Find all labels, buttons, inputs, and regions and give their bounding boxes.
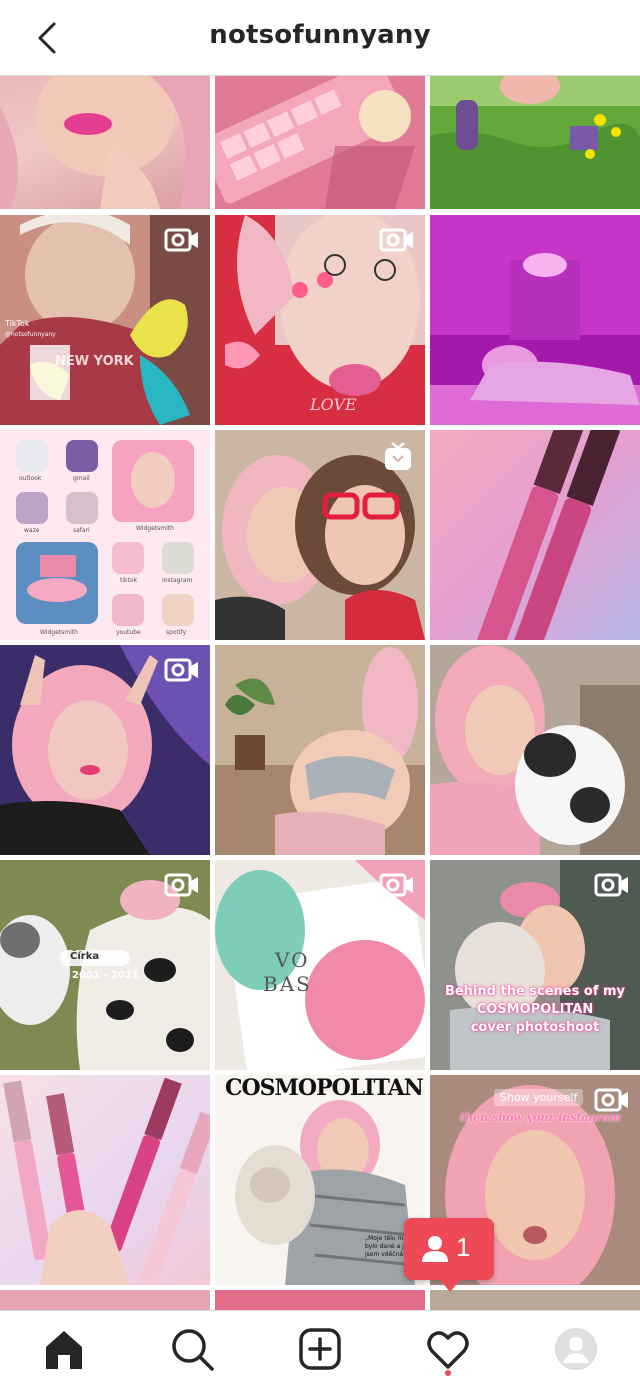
post-image — [215, 76, 425, 209]
app-label: tiktok — [120, 577, 137, 584]
post-tile[interactable] — [430, 1290, 640, 1310]
reels-icon — [164, 658, 198, 682]
posts-grid: NEW YORK TikTok @notsofunnyany LOVE outl… — [0, 76, 640, 1310]
top-bar: notsofunnyany — [0, 0, 640, 76]
app-label: safari — [73, 527, 90, 534]
app-label: waze — [24, 527, 40, 534]
app-label: gmail — [73, 475, 90, 482]
app-label: youtube — [116, 629, 141, 636]
reels-icon — [379, 228, 413, 252]
post-image — [430, 645, 640, 855]
reels-icon — [594, 873, 628, 897]
memorial-name: Čírka — [70, 951, 100, 962]
post-tile[interactable]: Čírka 2001 - 2021 — [0, 860, 210, 1070]
post-image — [215, 645, 425, 855]
reels-icon — [379, 873, 413, 897]
person-icon — [422, 1236, 448, 1262]
memorial-years: 2001 - 2021 — [72, 970, 139, 981]
app-label: Widgetsmith — [136, 525, 174, 532]
app-label: spotify — [166, 629, 187, 636]
app-label: outlook — [19, 475, 42, 482]
search-icon[interactable] — [170, 1327, 214, 1371]
post-tile[interactable] — [430, 76, 640, 209]
post-tile[interactable] — [430, 430, 640, 640]
home-icon[interactable] — [42, 1327, 86, 1371]
heart-activity-icon[interactable] — [426, 1327, 470, 1371]
caption-line: cover photoshoot — [470, 1020, 600, 1035]
post-tile[interactable] — [0, 1075, 210, 1285]
tiktok-handle: @notsofunnyany — [5, 331, 56, 338]
activity-notification-dot — [445, 1370, 451, 1376]
post-tile[interactable]: COSMOPOLITAN „Moje tělo mi bylo dané a j… — [215, 1075, 425, 1285]
post-tile[interactable]: VO BAS — [215, 860, 425, 1070]
reels-icon — [594, 1088, 628, 1112]
post-tile[interactable]: NEW YORK TikTok @notsofunnyany — [0, 215, 210, 425]
tiktok-watermark: TikTok — [5, 319, 30, 328]
post-tile[interactable] — [215, 1290, 425, 1310]
reels-icon — [164, 873, 198, 897]
post-image — [430, 430, 640, 640]
magazine-masthead: COSMOPOLITAN — [225, 1075, 424, 1101]
follower-notification-bubble[interactable]: 1 — [404, 1218, 494, 1292]
post-image — [0, 1075, 210, 1285]
post-tile[interactable] — [0, 1290, 210, 1310]
post-image — [0, 76, 210, 209]
post-tile[interactable] — [215, 430, 425, 640]
post-tile[interactable] — [0, 645, 210, 855]
post-image — [430, 76, 640, 209]
caption-line: Behind the scenes of my — [444, 984, 626, 999]
app-label: Widgetsmith — [40, 629, 78, 636]
post-tile[interactable]: outlook gmail Widgetsmith waze safari Wi… — [0, 430, 210, 640]
profile-username: notsofunnyany — [209, 20, 431, 50]
post-tile[interactable] — [0, 76, 210, 209]
magazine-text: VO — [275, 948, 310, 972]
post-tile[interactable] — [215, 645, 425, 855]
notification-count: 1 — [456, 1232, 471, 1262]
svg-text:LOVE: LOVE — [309, 395, 357, 414]
post-tile[interactable]: Behind the scenes of my COSMOPOLITAN cov… — [430, 860, 640, 1070]
post-tile[interactable] — [215, 76, 425, 209]
post-image — [430, 215, 640, 425]
caption-line: COSMOPOLITAN — [476, 1002, 594, 1017]
post-tile[interactable] — [430, 215, 640, 425]
profile-avatar-icon[interactable] — [554, 1327, 598, 1371]
post-tile[interactable] — [430, 645, 640, 855]
bottom-navigation — [0, 1310, 640, 1386]
post-image — [0, 430, 210, 640]
create-post-icon[interactable] — [298, 1327, 342, 1371]
app-label: instagram — [162, 577, 193, 584]
magazine-text: BAS — [263, 972, 312, 996]
post-tile[interactable]: LOVE — [215, 215, 425, 425]
show-yourself-pill: Show yourself — [494, 1089, 584, 1106]
igtv-icon — [385, 442, 411, 470]
reels-icon — [164, 228, 198, 252]
